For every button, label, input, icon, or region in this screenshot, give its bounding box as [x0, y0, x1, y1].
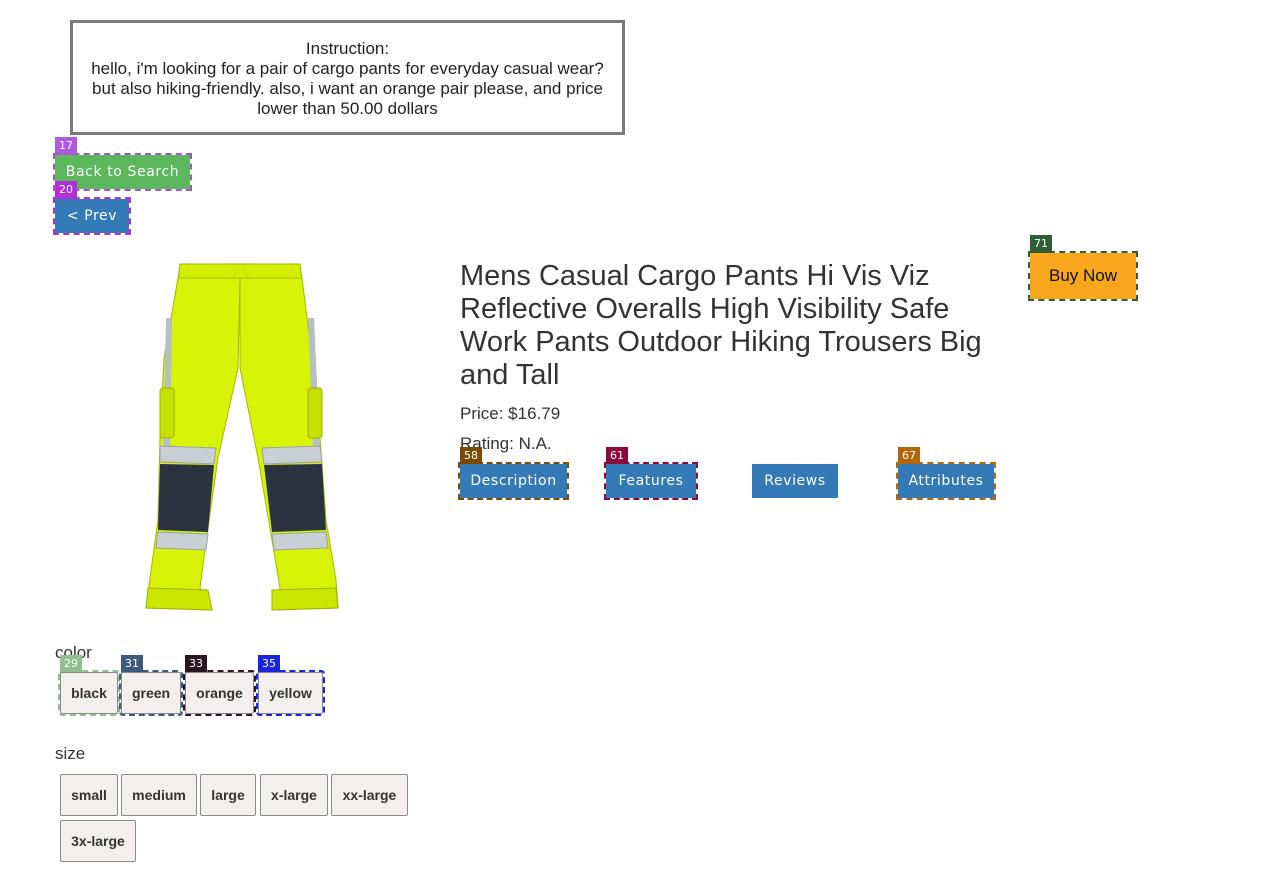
buy-now-button[interactable]: Buy Now — [1028, 251, 1138, 301]
size-option-3x-large[interactable]: 3x-large — [60, 820, 136, 862]
element-tag: 71 — [1030, 235, 1052, 253]
element-tag: 35 — [258, 655, 280, 673]
prev-button[interactable]: < Prev — [53, 197, 131, 235]
tab-features[interactable]: Features — [604, 462, 698, 500]
element-tag: 29 — [60, 655, 82, 673]
instruction-heading: Instruction: — [305, 39, 390, 58]
size-option-xx-large[interactable]: xx-large — [331, 774, 408, 816]
element-tag: 17 — [55, 137, 77, 155]
color-option-orange[interactable]: orange — [183, 670, 256, 716]
instruction-text: hello, i'm looking for a pair of cargo p… — [91, 59, 604, 118]
color-option-green[interactable]: green — [119, 670, 183, 716]
instruction-box: Instruction: hello, i'm looking for a pa… — [70, 20, 625, 135]
tab-reviews[interactable]: Reviews — [752, 464, 838, 498]
color-option-yellow[interactable]: yellow — [256, 670, 325, 716]
element-tag: 67 — [898, 447, 920, 465]
product-image — [145, 263, 339, 611]
element-tag: 58 — [460, 447, 482, 465]
element-tag: 31 — [121, 655, 143, 673]
element-tag: 20 — [55, 181, 77, 199]
product-price: Price: $16.79 — [460, 404, 561, 423]
size-option-medium[interactable]: medium — [121, 774, 197, 816]
product-title: Mens Casual Cargo Pants Hi Vis Viz Refle… — [460, 260, 982, 391]
size-option-x-large[interactable]: x-large — [260, 774, 328, 816]
size-option-small[interactable]: small — [60, 774, 118, 816]
tab-attributes[interactable]: Attributes — [896, 462, 996, 500]
size-option-large[interactable]: large — [200, 774, 256, 816]
element-tag: 33 — [185, 655, 207, 673]
tab-description[interactable]: Description — [458, 462, 569, 500]
element-tag: 61 — [606, 447, 628, 465]
size-label: size — [55, 744, 86, 763]
color-option-black[interactable]: black — [58, 670, 120, 716]
